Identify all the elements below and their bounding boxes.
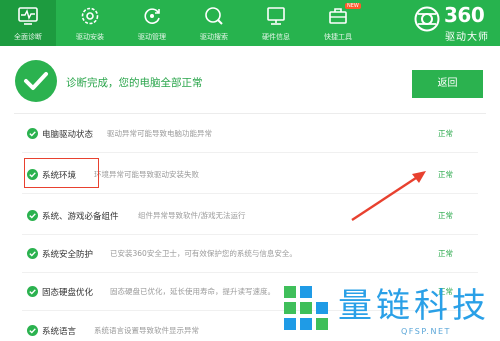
divider: [14, 113, 486, 114]
tab-quick-tools[interactable]: NEW 快捷工具: [310, 0, 366, 46]
tab-driver-search[interactable]: 驱动搜索: [186, 0, 242, 46]
check-status: 正常: [438, 129, 453, 138]
check-row-driver-status: 电脑驱动状态 驱动异常可能导致电脑功能异常 正常: [0, 116, 500, 152]
computer-icon: [267, 7, 285, 25]
tab-label: 驱动管理: [138, 33, 166, 41]
back-button[interactable]: 返回: [412, 70, 483, 98]
monitor-pulse-icon: [18, 7, 38, 25]
ok-check-icon: [27, 128, 38, 139]
check-row-security: 系统安全防护 已安装360安全卫士，可有效保护您的系统与信息安全。 正常: [0, 236, 500, 272]
row-divider: [22, 272, 478, 273]
tab-label: 快捷工具: [324, 33, 352, 41]
ok-check-icon: [27, 325, 38, 336]
watermark-name: 量链科技: [338, 286, 490, 326]
check-description: 已安装360安全卫士，可有效保护您的系统与信息安全。: [110, 249, 297, 258]
check-description: 固态硬盘已优化，延长使用寿命，提升读写速度。: [110, 287, 275, 296]
check-name: 系统安全防护: [42, 250, 94, 260]
new-badge: NEW: [345, 3, 361, 9]
tab-label: 硬件信息: [262, 33, 290, 41]
check-status: 正常: [438, 249, 453, 258]
tab-label: 驱动搜索: [200, 33, 228, 41]
brand-number: 360: [444, 3, 485, 27]
tab-hardware-info[interactable]: 硬件信息: [248, 0, 304, 46]
search-icon: [205, 7, 223, 25]
check-description: 驱动异常可能导致电脑功能异常: [107, 129, 212, 138]
check-name: 固态硬盘优化: [42, 288, 94, 298]
highlight-box: [24, 158, 99, 188]
success-check-icon: [15, 60, 57, 102]
ok-check-icon: [27, 286, 38, 297]
row-divider: [22, 234, 478, 235]
tab-label: 驱动安装: [76, 33, 104, 41]
check-description: 环境异常可能导致驱动安装失败: [94, 170, 199, 179]
check-name: 系统、游戏必备组件: [42, 212, 119, 222]
gear-icon: [81, 7, 99, 25]
check-name: 电脑驱动状态: [42, 130, 94, 140]
ok-check-icon: [27, 210, 38, 221]
watermark-logo-icon: [284, 286, 328, 330]
tab-driver-install[interactable]: 驱动安装: [62, 0, 118, 46]
360-logo-icon: [414, 6, 440, 32]
check-status: 正常: [438, 211, 453, 220]
diagnosis-result-text: 诊断完成，您的电脑全部正常: [66, 77, 203, 89]
row-divider: [22, 152, 478, 153]
check-description: 组件异常导致软件/游戏无法运行: [138, 211, 246, 220]
check-status: 正常: [438, 170, 453, 179]
tab-driver-manage[interactable]: 驱动管理: [124, 0, 180, 46]
ok-check-icon: [27, 248, 38, 259]
refresh-icon: [144, 8, 160, 24]
brand-name: 驱动大师: [445, 32, 489, 43]
tab-label: 全面诊断: [14, 33, 42, 41]
watermark-url: QFSP.NET: [401, 327, 451, 336]
red-arrow-icon: [351, 171, 426, 222]
top-toolbar: 全面诊断 驱动安装 驱动管理 驱动搜索 硬件信息 NEW 快捷工具 360 驱动…: [0, 0, 500, 46]
check-description: 系统语言设置导致软件显示异常: [94, 326, 199, 335]
tab-full-diagnosis[interactable]: 全面诊断: [0, 0, 56, 46]
check-name: 系统语言: [42, 327, 77, 337]
